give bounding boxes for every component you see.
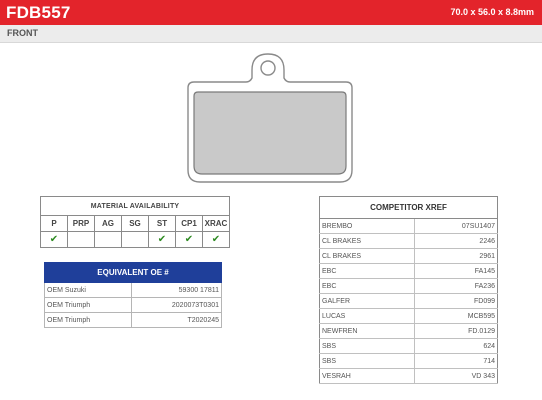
check-icon: ✔ — [157, 234, 167, 245]
xref-brand: SBS — [319, 353, 415, 369]
material-availability-cp1: ✔ — [175, 231, 203, 248]
oe-brand: OEM Triumph — [44, 297, 132, 313]
material-title: MATERIAL AVAILABILITY — [40, 196, 230, 216]
xref-row: BREMBO 07SU1407 — [319, 218, 498, 234]
position-bar: FRONT — [0, 25, 542, 43]
material-code-xrac: XRAC — [202, 215, 230, 232]
xref-brand: GALFER — [319, 293, 415, 309]
brake-pad-drawing — [180, 52, 360, 193]
xref-reference: 07SU1407 — [414, 218, 498, 234]
xref-brand: VESRAH — [319, 368, 415, 384]
xref-reference: 2961 — [414, 248, 498, 264]
xref-reference: FA145 — [414, 263, 498, 279]
xref-row: EBC FA236 — [319, 278, 498, 294]
product-code: FDB557 — [6, 3, 71, 22]
oe-reference: 2020073T0301 — [131, 297, 222, 313]
xref-reference: 624 — [414, 338, 498, 354]
brake-pad-outline-icon — [187, 53, 353, 183]
xref-brand: CL BRAKES — [319, 233, 415, 249]
xref-reference: MCB595 — [414, 308, 498, 324]
xref-brand: EBC — [319, 263, 415, 279]
material-code-sg: SG — [121, 215, 149, 232]
check-icon: ✔ — [184, 234, 194, 245]
oe-title: EQUIVALENT OE # — [44, 262, 222, 283]
material-availability-sg — [121, 231, 149, 248]
header-bar: FDB557 70.0 x 56.0 x 8.8mm — [0, 0, 542, 25]
xref-row: VESRAH VD 343 — [319, 368, 498, 384]
xref-reference: FA236 — [414, 278, 498, 294]
material-code-prp: PRP — [67, 215, 95, 232]
material-code-p: P — [40, 215, 68, 232]
xref-brand: SBS — [319, 338, 415, 354]
material-availability-p: ✔ — [40, 231, 68, 248]
oe-row: OEM Suzuki 59300 17811 — [44, 282, 222, 298]
material-code-st: ST — [148, 215, 176, 232]
xref-row: CL BRAKES 2246 — [319, 233, 498, 249]
position-label: FRONT — [7, 28, 38, 38]
xref-reference: FD.0129 — [414, 323, 498, 339]
xref-row: SBS 624 — [319, 338, 498, 354]
check-icon: ✔ — [49, 234, 59, 245]
xref-row: GALFER FD099 — [319, 293, 498, 309]
oe-row: OEM Triumph T2020245 — [44, 312, 222, 328]
xref-row: NEWFREN FD.0129 — [319, 323, 498, 339]
xref-reference: VD 343 — [414, 368, 498, 384]
xref-brand: NEWFREN — [319, 323, 415, 339]
xref-brand: EBC — [319, 278, 415, 294]
xref-row: EBC FA145 — [319, 263, 498, 279]
xref-brand: LUCAS — [319, 308, 415, 324]
oe-brand: OEM Suzuki — [44, 282, 132, 298]
xref-reference: 2246 — [414, 233, 498, 249]
competitor-xref-table: COMPETITOR XREF BREMBO 07SU1407 CL BRAKES 2… — [319, 196, 498, 384]
product-dimensions: 70.0 x 56.0 x 8.8mm — [450, 7, 534, 17]
xref-brand: BREMBO — [319, 218, 415, 234]
check-icon: ✔ — [211, 234, 221, 245]
xref-row: SBS 714 — [319, 353, 498, 369]
material-availability-xrac: ✔ — [202, 231, 230, 248]
oe-row: OEM Triumph 2020073T0301 — [44, 297, 222, 313]
material-code-cp1: CP1 — [175, 215, 203, 232]
material-availability-ag — [94, 231, 122, 248]
xref-reference: 714 — [414, 353, 498, 369]
equivalent-oe-table: EQUIVALENT OE # OEM Suzuki 59300 17811 OEM… — [44, 262, 222, 328]
material-availability-prp — [67, 231, 95, 248]
xref-title: COMPETITOR XREF — [319, 196, 498, 219]
oe-brand: OEM Triumph — [44, 312, 132, 328]
xref-reference: FD099 — [414, 293, 498, 309]
material-availability-st: ✔ — [148, 231, 176, 248]
xref-row: CL BRAKES 2961 — [319, 248, 498, 264]
xref-brand: CL BRAKES — [319, 248, 415, 264]
material-code-ag: AG — [94, 215, 122, 232]
oe-reference: 59300 17811 — [131, 282, 222, 298]
material-availability-table: MATERIAL AVAILABILITY P PRP AG SG ST CP1 XRAC … — [40, 196, 230, 248]
oe-reference: T2020245 — [131, 312, 222, 328]
xref-row: LUCAS MCB595 — [319, 308, 498, 324]
